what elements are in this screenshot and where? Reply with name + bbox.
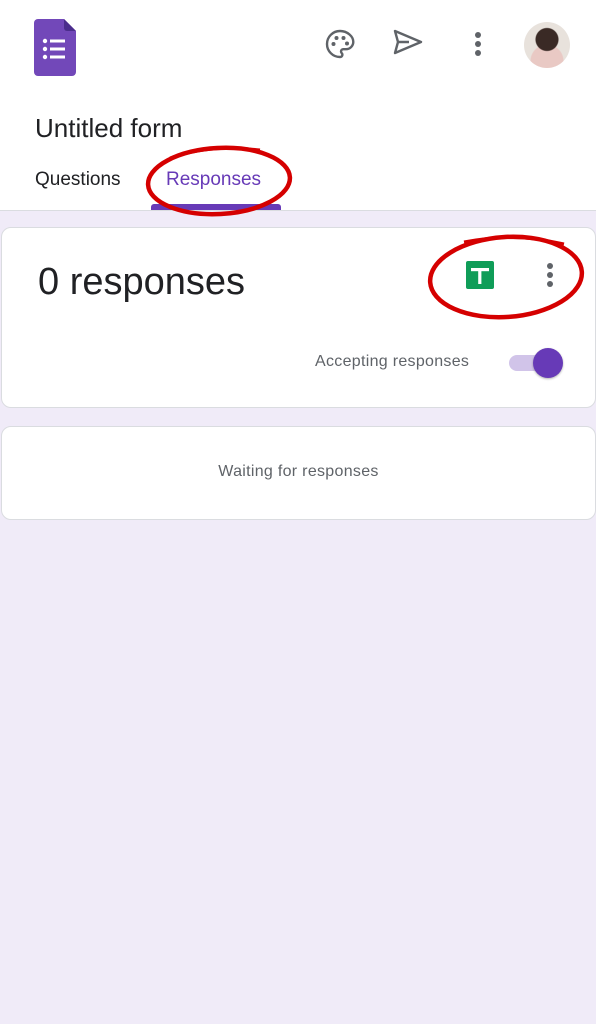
waiting-message: Waiting for responses <box>218 463 379 480</box>
user-avatar[interactable] <box>524 22 570 68</box>
google-sheets-icon[interactable] <box>466 261 494 289</box>
send-icon[interactable] <box>388 22 428 62</box>
accepting-responses-toggle[interactable] <box>507 348 563 378</box>
tab-questions[interactable]: Questions <box>35 169 121 191</box>
active-tab-indicator <box>151 204 281 210</box>
form-title[interactable]: Untitled form <box>35 113 182 144</box>
waiting-card: Waiting for responses <box>1 426 596 520</box>
app-header: Untitled form Questions Responses <box>0 0 596 211</box>
more-vert-icon[interactable] <box>538 260 562 290</box>
more-vert-icon[interactable] <box>458 24 498 64</box>
google-forms-icon[interactable] <box>34 19 76 76</box>
tab-responses[interactable]: Responses <box>166 169 261 191</box>
response-count: 0 responses <box>38 261 246 303</box>
palette-icon[interactable] <box>320 24 360 64</box>
toggle-thumb <box>533 348 563 378</box>
responses-summary-card: 0 responses Accepting responses <box>1 227 596 408</box>
accepting-responses-label: Accepting responses <box>315 353 470 370</box>
